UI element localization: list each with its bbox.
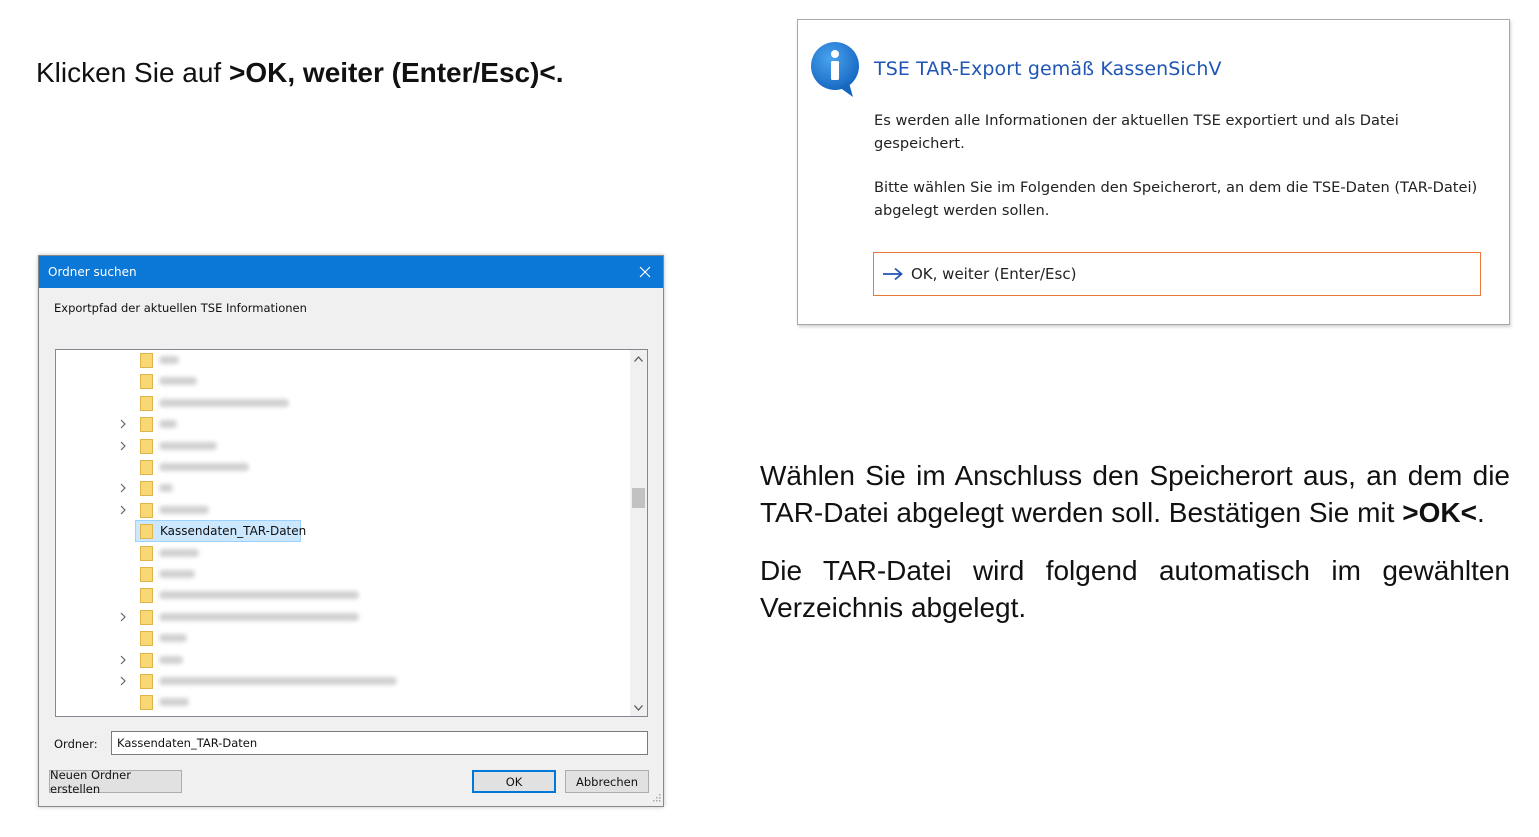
close-button[interactable] xyxy=(633,260,657,284)
instruction-click-ok: Klicken Sie auf >OK, weiter (Enter/Esc)<… xyxy=(36,55,564,91)
blurred-folder-name xyxy=(159,420,177,429)
folder-icon xyxy=(140,353,153,368)
message-body-text-1: Es werden alle Informationen der aktuell… xyxy=(874,112,1399,152)
folder-icon xyxy=(140,502,153,518)
message-title: TSE TAR-Export gemäß KassenSichV xyxy=(874,58,1222,80)
tree-item[interactable] xyxy=(56,500,628,520)
folder-icon xyxy=(140,567,153,582)
folder-icon xyxy=(140,609,153,625)
folder-icon xyxy=(140,481,153,497)
ok-continue-button[interactable]: OK, weiter (Enter/Esc) xyxy=(873,252,1481,296)
dialog-titlebar[interactable]: Ordner suchen xyxy=(39,256,663,288)
tree-item[interactable] xyxy=(56,650,628,670)
scroll-up-button[interactable] xyxy=(630,350,647,367)
instruction-p1-text: Wählen Sie im Anschluss den Speicherort … xyxy=(760,460,1510,528)
tse-export-message-box: TSE TAR-Export gemäß KassenSichV Es werd… xyxy=(797,19,1510,325)
folder-icon xyxy=(140,374,153,390)
folder-icon xyxy=(140,460,153,475)
instruction-p1-end: . xyxy=(1476,496,1485,528)
folder-tree[interactable]: Kassendaten_TAR-Daten xyxy=(55,349,648,717)
blurred-folder-name xyxy=(159,698,189,707)
tree-item-selected[interactable]: Kassendaten_TAR-Daten xyxy=(56,520,628,543)
tree-item[interactable] xyxy=(56,350,628,370)
folder-icon xyxy=(140,674,153,689)
folder-icon xyxy=(140,695,153,711)
chevron-right-icon[interactable] xyxy=(118,654,128,666)
tree-item[interactable] xyxy=(56,393,628,413)
blurred-folder-name xyxy=(159,677,397,685)
folder-icon xyxy=(140,438,153,454)
instruction-choose-location: Wählen Sie im Anschluss den Speicherort … xyxy=(760,458,1510,648)
tree-item[interactable] xyxy=(56,628,628,648)
blurred-folder-name xyxy=(159,655,183,664)
blurred-folder-name xyxy=(159,548,199,557)
info-icon xyxy=(811,42,859,97)
folder-icon xyxy=(140,652,153,668)
ok-continue-label: OK, weiter (Enter/Esc) xyxy=(911,265,1077,283)
tree-item-label: Kassendaten_TAR-Daten xyxy=(160,524,307,539)
tree-item[interactable] xyxy=(56,414,628,434)
tree-item[interactable] xyxy=(56,478,628,498)
blurred-folder-name xyxy=(159,377,197,386)
blurred-folder-name xyxy=(159,570,195,578)
chevron-right-icon[interactable] xyxy=(118,504,128,516)
folder-icon xyxy=(140,395,153,411)
tree-item[interactable] xyxy=(56,607,628,627)
instruction-prefix: Klicken Sie auf xyxy=(36,57,229,88)
blurred-folder-name xyxy=(159,463,249,471)
message-body-text-2: Bitte wählen Sie im Folgenden den Speich… xyxy=(874,179,1478,219)
message-body: Es werden alle Informationen der aktuell… xyxy=(874,109,1494,243)
arrow-right-icon xyxy=(883,267,903,281)
ok-button[interactable]: OK xyxy=(472,770,556,793)
folder-icon xyxy=(140,524,153,540)
blurred-folder-name xyxy=(159,398,289,407)
folder-icon xyxy=(140,545,153,561)
dialog-title: Ordner suchen xyxy=(48,265,137,279)
folder-field-label: Ordner: xyxy=(54,737,98,751)
tree-item[interactable] xyxy=(56,585,628,605)
tree-item[interactable] xyxy=(56,543,628,563)
instruction-ok-label: >OK, weiter (Enter/Esc)<. xyxy=(229,57,564,88)
instruction-paragraph-1: Wählen Sie im Anschluss den Speicherort … xyxy=(760,458,1510,531)
tree-item[interactable] xyxy=(56,371,628,391)
cancel-button[interactable]: Abbrechen xyxy=(565,770,649,793)
folder-icon xyxy=(140,588,153,604)
blurred-folder-name xyxy=(159,356,179,364)
resize-grip-icon[interactable] xyxy=(651,794,661,804)
tree-item[interactable] xyxy=(56,436,628,456)
dialog-description: Exportpfad der aktuellen TSE Information… xyxy=(54,301,307,315)
blurred-folder-name xyxy=(159,612,359,621)
chevron-down-icon xyxy=(634,704,643,711)
folder-icon xyxy=(140,631,153,647)
vertical-scrollbar[interactable] xyxy=(630,350,647,716)
chevron-right-icon[interactable] xyxy=(118,611,128,623)
scroll-thumb[interactable] xyxy=(632,488,645,508)
folder-browser-dialog: Ordner suchen Exportpfad der aktuellen T… xyxy=(38,255,664,807)
blurred-folder-name xyxy=(159,505,209,514)
blurred-folder-name xyxy=(159,441,217,450)
tree-item[interactable] xyxy=(56,671,628,691)
new-folder-button[interactable]: Neuen Ordner erstellen xyxy=(49,768,182,796)
instruction-p1-ok: >OK< xyxy=(1402,496,1477,528)
chevron-right-icon[interactable] xyxy=(118,440,128,452)
scroll-down-button[interactable] xyxy=(630,699,647,716)
chevron-right-icon[interactable] xyxy=(118,675,128,687)
chevron-up-icon xyxy=(634,355,643,362)
folder-name-input[interactable] xyxy=(111,731,648,755)
chevron-right-icon[interactable] xyxy=(118,482,128,494)
tree-item[interactable] xyxy=(56,564,628,584)
blurred-folder-name xyxy=(159,591,359,600)
folder-icon xyxy=(140,417,153,433)
tree-item[interactable] xyxy=(56,457,628,477)
chevron-right-icon[interactable] xyxy=(118,418,128,430)
blurred-folder-name xyxy=(159,634,187,643)
instruction-paragraph-2: Die TAR-Datei wird folgend automatisch i… xyxy=(760,555,1510,623)
tree-item[interactable] xyxy=(56,692,628,712)
close-icon xyxy=(639,266,651,278)
blurred-folder-name xyxy=(159,484,173,493)
